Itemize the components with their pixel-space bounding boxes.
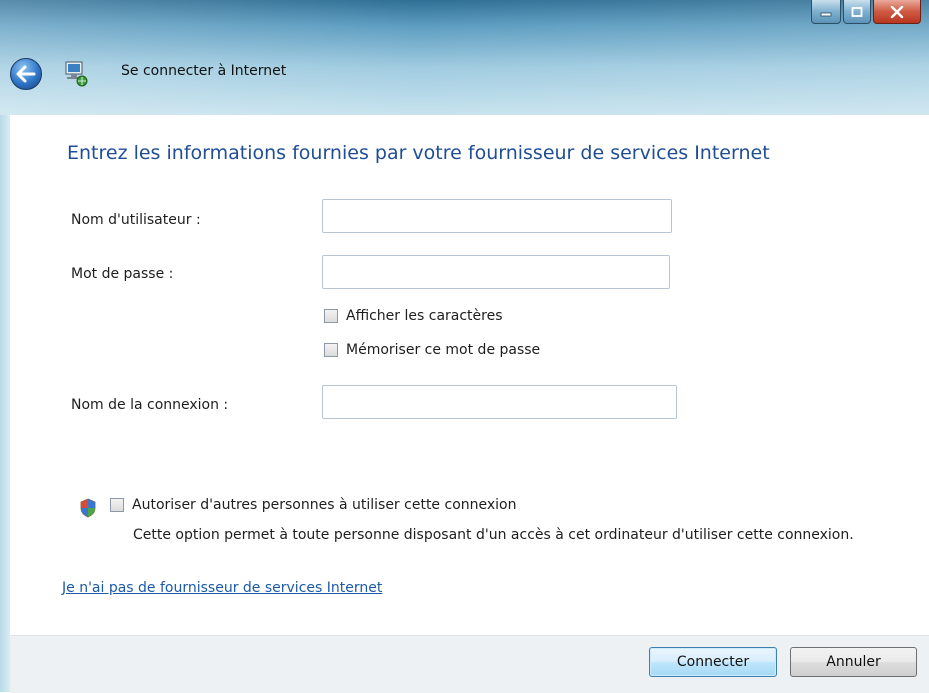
remember-password-checkbox[interactable] bbox=[324, 343, 338, 357]
connection-name-field[interactable] bbox=[322, 385, 677, 419]
no-isp-link[interactable]: Je n'ai pas de fournisseur de services I… bbox=[62, 580, 382, 596]
title-bar-sheen bbox=[0, 0, 929, 115]
show-characters-checkbox[interactable] bbox=[324, 309, 338, 323]
allow-others-checkbox[interactable] bbox=[110, 498, 124, 512]
remember-password-option[interactable]: Mémoriser ce mot de passe bbox=[324, 342, 540, 358]
allow-others-option[interactable]: Autoriser d'autres personnes à utiliser … bbox=[110, 497, 516, 513]
cancel-button[interactable]: Annuler bbox=[790, 647, 917, 677]
network-connection-icon bbox=[65, 61, 88, 87]
page-heading: Entrez les informations fournies par vot… bbox=[67, 142, 770, 164]
close-icon bbox=[890, 5, 904, 18]
password-label: Mot de passe : bbox=[71, 266, 174, 282]
window-left-border bbox=[0, 115, 10, 692]
title-bar bbox=[0, 0, 929, 115]
maximize-button[interactable] bbox=[843, 0, 871, 24]
close-button[interactable] bbox=[873, 0, 921, 24]
remember-password-label: Mémoriser ce mot de passe bbox=[346, 342, 541, 358]
minimize-icon bbox=[820, 12, 832, 16]
window-controls bbox=[811, 0, 921, 24]
window-title: Se connecter à Internet bbox=[121, 63, 287, 79]
back-arrow-icon bbox=[16, 65, 36, 83]
show-characters-label: Afficher les caractères bbox=[346, 308, 503, 324]
minimize-button[interactable] bbox=[811, 0, 841, 24]
username-label: Nom d'utilisateur : bbox=[71, 212, 201, 228]
maximize-icon bbox=[851, 6, 863, 17]
show-characters-option[interactable]: Afficher les caractères bbox=[324, 308, 503, 324]
content-panel bbox=[10, 115, 929, 635]
allow-others-label: Autoriser d'autres personnes à utiliser … bbox=[132, 497, 517, 513]
connect-button[interactable]: Connecter bbox=[649, 647, 777, 677]
allow-others-description: Cette option permet à toute personne dis… bbox=[133, 527, 854, 543]
username-field[interactable] bbox=[322, 199, 672, 233]
connection-name-label: Nom de la connexion : bbox=[71, 397, 229, 413]
password-field[interactable] bbox=[322, 255, 670, 289]
uac-shield-icon bbox=[80, 498, 96, 518]
back-button[interactable] bbox=[10, 58, 42, 90]
